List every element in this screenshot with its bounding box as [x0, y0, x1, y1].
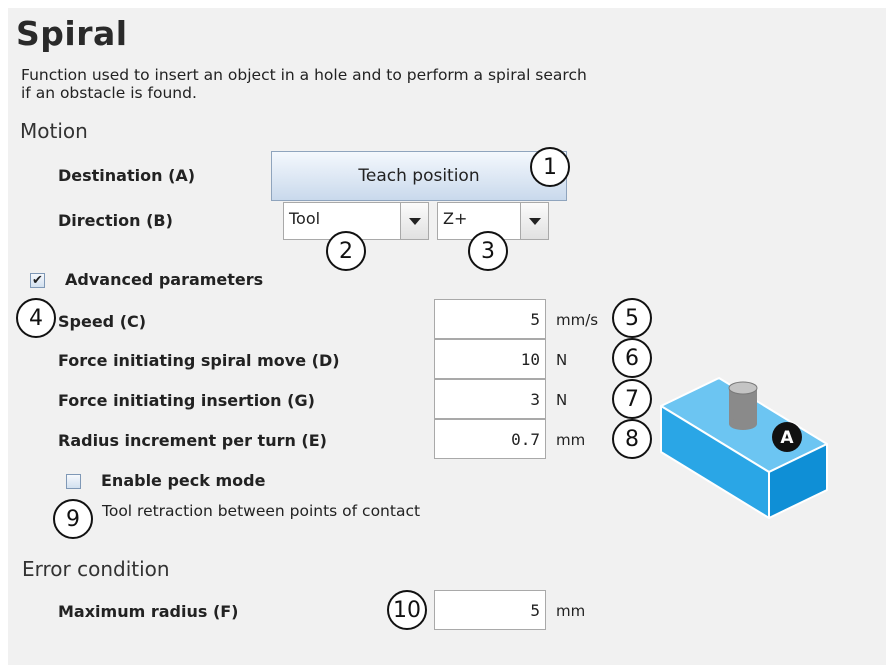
checkmark-icon: ✔ [32, 273, 43, 288]
callout-1: 1 [530, 147, 570, 187]
teach-position-button[interactable]: Teach position [271, 151, 567, 201]
callout-3: 3 [468, 231, 508, 271]
error-section-title: Error condition [22, 557, 170, 581]
speed-input[interactable] [434, 299, 546, 339]
callout-2: 2 [326, 231, 366, 271]
motion-section-title: Motion [20, 119, 88, 143]
peck-mode-checkbox[interactable] [66, 474, 81, 489]
max-radius-label: Maximum radius (F) [58, 602, 239, 621]
speed-unit: mm/s [556, 311, 599, 329]
max-radius-input[interactable] [434, 590, 546, 630]
max-radius-unit: mm [556, 602, 586, 620]
chevron-down-icon [408, 217, 421, 225]
callout-7: 7 [612, 379, 652, 419]
speed-label: Speed (C) [58, 312, 147, 331]
radius-increment-unit: mm [556, 431, 586, 449]
radius-increment-input[interactable] [434, 419, 546, 459]
peck-mode-hint: Tool retraction between points of contac… [102, 502, 421, 520]
axis-dropdown-arrow[interactable] [520, 203, 548, 239]
page-description: Function used to insert an object in a h… [21, 66, 741, 102]
direction-label: Direction (B) [58, 211, 173, 230]
teach-position-label: Teach position [358, 166, 480, 186]
chevron-down-icon [528, 217, 541, 225]
insertion-illustration: A [660, 377, 828, 519]
callout-5: 5 [612, 298, 652, 338]
force-spiral-label: Force initiating spiral move (D) [58, 351, 340, 370]
marker-a-label: A [780, 428, 794, 448]
force-insertion-label: Force initiating insertion (G) [58, 391, 315, 410]
callout-6: 6 [612, 338, 652, 378]
callout-4: 4 [16, 298, 56, 338]
force-spiral-unit: N [556, 351, 568, 369]
force-insertion-input[interactable] [434, 379, 546, 419]
force-insertion-unit: N [556, 391, 568, 409]
peg-icon [728, 381, 758, 430]
radius-increment-label: Radius increment per turn (E) [58, 431, 327, 450]
peck-mode-label: Enable peck mode [101, 471, 266, 490]
description-line-1: Function used to insert an object in a h… [21, 66, 587, 84]
advanced-parameters-checkbox[interactable]: ✔ [30, 273, 45, 288]
destination-label: Destination (A) [58, 166, 196, 185]
page-title: Spiral [16, 14, 128, 53]
description-line-2: if an obstacle is found. [21, 84, 197, 102]
callout-9: 9 [53, 499, 93, 539]
callout-8: 8 [612, 419, 652, 459]
callout-10: 10 [387, 590, 427, 630]
force-spiral-input[interactable] [434, 339, 546, 379]
frame-dropdown-arrow[interactable] [400, 203, 428, 239]
advanced-parameters-label: Advanced parameters [65, 270, 264, 289]
